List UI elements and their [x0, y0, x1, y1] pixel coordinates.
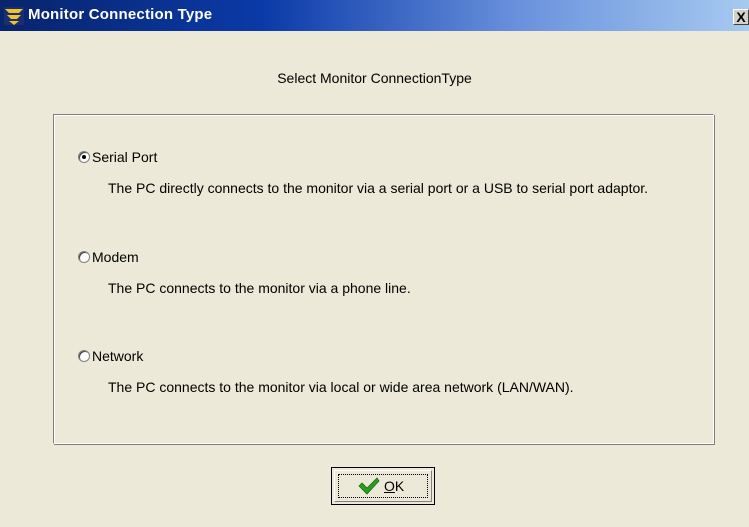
close-button[interactable]: X — [733, 9, 749, 25]
title-bar[interactable]: Monitor Connection Type X — [0, 0, 749, 31]
modem-radio[interactable] — [78, 251, 90, 263]
serial-port-radio[interactable] — [78, 151, 90, 163]
network-description: The PC connects to the monitor via local… — [108, 379, 574, 395]
checkmark-icon — [358, 477, 380, 495]
dialog-heading: Select Monitor ConnectionType — [277, 70, 472, 86]
modem-label[interactable]: Modem — [92, 249, 139, 265]
network-label[interactable]: Network — [92, 348, 143, 364]
focus-rectangle — [338, 474, 428, 498]
serial-port-label[interactable]: Serial Port — [92, 149, 157, 165]
close-icon: X — [736, 9, 746, 25]
ok-button-label: OK — [384, 478, 405, 494]
serial-port-description: The PC directly connects to the monitor … — [108, 180, 649, 196]
modem-description: The PC connects to the monitor via a pho… — [108, 280, 411, 296]
window-title: Monitor Connection Type — [28, 6, 213, 23]
dialog-window: Monitor Connection Type X Select Monitor… — [0, 0, 749, 527]
app-icon — [4, 7, 24, 25]
network-radio[interactable] — [78, 350, 90, 362]
ok-button[interactable]: OK — [331, 467, 435, 505]
